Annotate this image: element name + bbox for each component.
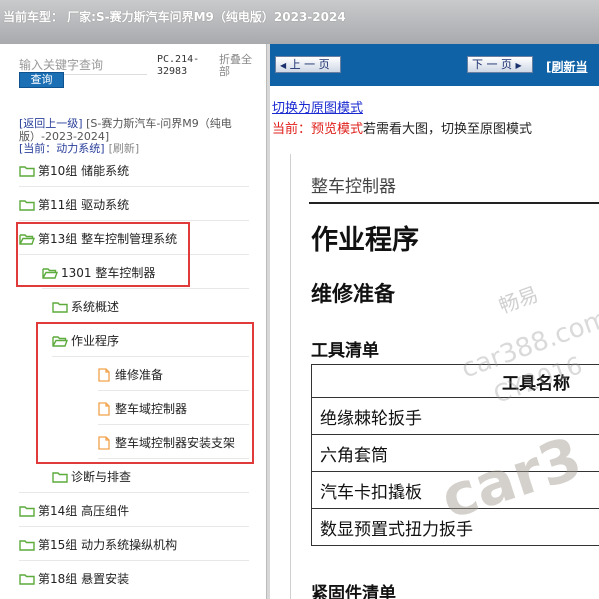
divider bbox=[19, 492, 249, 493]
folder-icon bbox=[19, 199, 35, 211]
next-page-label: 下 一 页 bbox=[472, 58, 512, 71]
pc-info: PC.214- 32983 bbox=[157, 54, 200, 77]
divider bbox=[19, 560, 249, 561]
highlight-box-procedures bbox=[36, 322, 254, 464]
tree-item-group-15[interactable]: 第15组 动力系统操纵机构 bbox=[19, 534, 177, 554]
current-category-label: [当前：动力系统] bbox=[19, 142, 105, 155]
tree-item-group-10[interactable]: 第10组 储能系统 bbox=[19, 160, 129, 180]
tool-cell: 汽车卡扣撬板 bbox=[311, 471, 599, 509]
mode-status: 当前：预览模式若需看大图，切换至原图模式 bbox=[272, 118, 532, 137]
switch-original-mode-link[interactable]: 切换为原图模式 bbox=[272, 97, 363, 116]
next-page-button[interactable]: 下 一 页 ▶ bbox=[467, 56, 533, 73]
highlight-box-controller bbox=[16, 222, 190, 287]
fold-all-button[interactable]: 折叠全部 bbox=[219, 54, 257, 78]
left-panel: 查询 PC.214- 32983 折叠全部 [返回上一级] [S-赛力斯汽车-问… bbox=[0, 44, 266, 599]
tree-item-group-11[interactable]: 第11组 驱动系统 bbox=[19, 194, 129, 214]
tree-item-label: 第18组 悬置安装 bbox=[38, 571, 130, 586]
doc-rule bbox=[309, 202, 599, 204]
tool-cell: 绝缘棘轮扳手 bbox=[311, 397, 599, 435]
current-category: [当前：动力系统] [刷新] bbox=[19, 140, 139, 156]
doc-heading-tools: 工具清单 bbox=[311, 341, 379, 361]
tools-column-header: 工具名称 bbox=[311, 364, 599, 398]
tree-item-overview[interactable]: 系统概述 bbox=[52, 296, 119, 316]
table-row: 汽车卡扣撬板 bbox=[311, 471, 599, 509]
prev-page-label: 上 一 页 bbox=[289, 58, 330, 71]
tree-item-label: 第11组 驱动系统 bbox=[38, 197, 130, 212]
divider bbox=[19, 220, 249, 221]
doc-heading-fasteners: 紧固件清单 bbox=[311, 584, 396, 599]
content-panel: ◀ 上 一 页 下 一 页 ▶ [刷新当 切换为原图模式 当前：预览模式若需看大… bbox=[270, 44, 599, 599]
table-row: 绝缘棘轮扳手 bbox=[311, 397, 599, 435]
tree-item-label: 第15组 动力系统操纵机构 bbox=[38, 537, 178, 552]
divider bbox=[42, 288, 249, 289]
tree-item-label: 第14组 高压组件 bbox=[38, 503, 130, 518]
current-model-title: 当前车型： 厂家:S-赛力斯汽车问界M9（纯电版）2023-2024 bbox=[3, 10, 346, 24]
mode-name: 预览模式 bbox=[311, 122, 364, 137]
folder-icon bbox=[52, 301, 68, 313]
tree-item-label: 诊断与排查 bbox=[71, 469, 132, 484]
tree-item-label: 第10组 储能系统 bbox=[38, 163, 130, 178]
search-button[interactable]: 查询 bbox=[19, 72, 64, 88]
page-nav-bar: ◀ 上 一 页 下 一 页 ▶ [刷新当 bbox=[270, 44, 599, 86]
title-bar: 当前车型： 厂家:S-赛力斯汽车问界M9（纯电版）2023-2024 bbox=[0, 0, 599, 44]
refresh-page-link[interactable]: [刷新当 bbox=[546, 58, 588, 75]
folder-icon bbox=[19, 165, 35, 177]
tools-table: 工具名称 绝缘棘轮扳手 六角套筒 汽车卡扣撬板 数显预置式扭力扳手 bbox=[311, 364, 599, 546]
mode-hint: 若需看大图，切换至原图模式 bbox=[363, 122, 533, 137]
doc-title: 整车控制器 bbox=[311, 177, 396, 197]
table-header-row: 工具名称 bbox=[311, 364, 599, 398]
tree-item-label: 系统概述 bbox=[71, 299, 120, 314]
back-link[interactable]: [返回上一级] bbox=[19, 117, 83, 130]
table-row: 六角套筒 bbox=[311, 434, 599, 472]
tool-cell: 数显预置式扭力扳手 bbox=[311, 508, 599, 546]
doc-heading-preparation: 维修准备 bbox=[311, 282, 395, 306]
folder-icon bbox=[19, 505, 35, 517]
tree-item-diagnosis[interactable]: 诊断与排查 bbox=[52, 466, 131, 486]
folder-icon bbox=[19, 573, 35, 585]
folder-icon bbox=[19, 539, 35, 551]
mode-current-label: 当前： bbox=[272, 122, 312, 137]
document-preview: 整车控制器 作业程序 维修准备 工具清单 工具名称 绝缘棘轮扳手 六角套筒 汽车… bbox=[290, 154, 599, 599]
divider bbox=[19, 526, 249, 527]
divider bbox=[19, 186, 249, 187]
folder-icon bbox=[52, 471, 68, 483]
doc-heading-procedures: 作业程序 bbox=[311, 225, 419, 256]
tree-item-group-14[interactable]: 第14组 高压组件 bbox=[19, 500, 129, 520]
tree-item-group-18[interactable]: 第18组 悬置安装 bbox=[19, 568, 129, 588]
refresh-tree-button[interactable]: [刷新] bbox=[109, 142, 140, 155]
tool-cell: 六角套筒 bbox=[311, 434, 599, 472]
prev-page-button[interactable]: ◀ 上 一 页 bbox=[275, 56, 341, 73]
table-row: 数显预置式扭力扳手 bbox=[311, 508, 599, 546]
arrow-left-icon: ◀ bbox=[280, 61, 287, 70]
arrow-right-icon: ▶ bbox=[515, 61, 522, 70]
